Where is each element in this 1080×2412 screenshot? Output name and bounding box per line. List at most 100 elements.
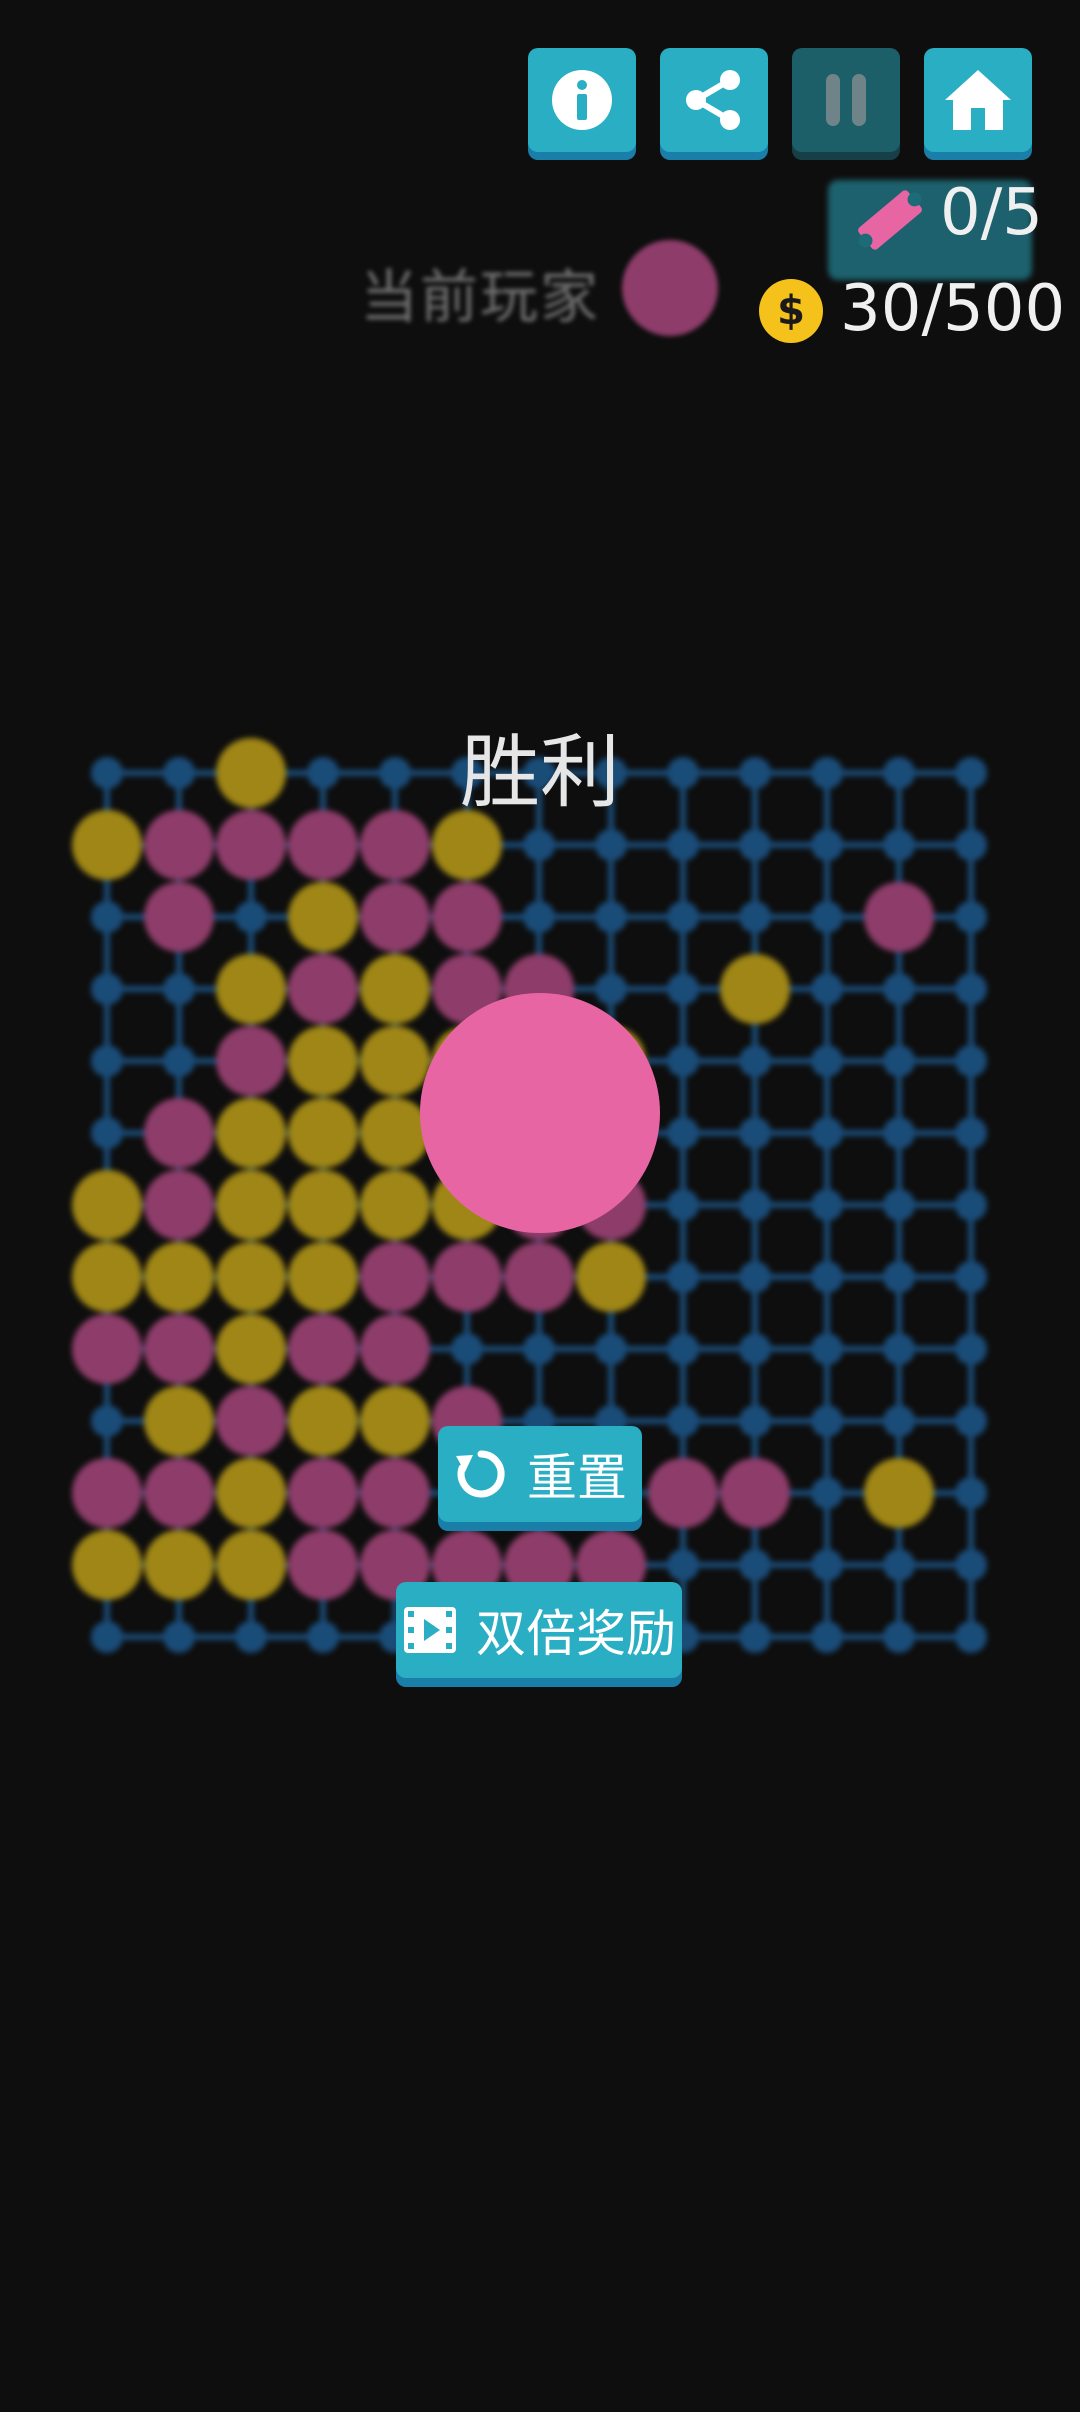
stone-pink [432, 882, 502, 952]
board-node [739, 829, 771, 861]
board-node [811, 829, 843, 861]
board-node [811, 1621, 843, 1653]
board-node [739, 901, 771, 933]
board-node [739, 1189, 771, 1221]
result-title: 胜利 [460, 726, 620, 819]
board-node [883, 829, 915, 861]
stone-yellow [288, 882, 358, 952]
board-node [667, 1189, 699, 1221]
stone-pink [216, 1026, 286, 1096]
board-node [955, 1621, 987, 1653]
board-node [163, 1045, 195, 1077]
stone-pink [72, 1458, 142, 1528]
board-node [523, 901, 555, 933]
board-node [883, 1045, 915, 1077]
board-node [955, 1405, 987, 1437]
stone-yellow [864, 1458, 934, 1528]
stone-yellow [360, 1386, 430, 1456]
board-node [811, 1333, 843, 1365]
stone-yellow [216, 1098, 286, 1168]
reset-icon [456, 1450, 505, 1498]
stone-yellow [216, 1458, 286, 1528]
stone-yellow [576, 1242, 646, 1312]
stone-yellow [216, 1530, 286, 1600]
board-node [91, 901, 123, 933]
board-node [811, 1261, 843, 1293]
board-node [667, 1549, 699, 1581]
board-node [883, 1621, 915, 1653]
board-node [739, 1621, 771, 1653]
double-reward-button[interactable]: 双倍奖励 [396, 1582, 682, 1678]
board-node [811, 1117, 843, 1149]
stone-yellow [144, 1242, 214, 1312]
board-node [595, 901, 627, 933]
stone-yellow [360, 1026, 430, 1096]
board-node [91, 973, 123, 1005]
board-node [883, 1117, 915, 1149]
board-node [523, 1333, 555, 1365]
board-node [883, 1333, 915, 1365]
board-node [955, 829, 987, 861]
board-node [883, 1189, 915, 1221]
stone-pink [360, 1458, 430, 1528]
stone-yellow [216, 1170, 286, 1240]
board-node [739, 1405, 771, 1437]
board-node [91, 1405, 123, 1437]
reset-label: 重置 [527, 1449, 627, 1507]
board-node [163, 1621, 195, 1653]
board-node [811, 1549, 843, 1581]
stone-pink [432, 1242, 502, 1312]
stone-yellow [720, 954, 790, 1024]
board-node [595, 1333, 627, 1365]
stone-yellow [288, 1170, 358, 1240]
board-node [955, 1549, 987, 1581]
board-node [955, 1045, 987, 1077]
stone-yellow [360, 954, 430, 1024]
board-node [811, 1189, 843, 1221]
board-node [667, 1405, 699, 1437]
board-node [811, 1405, 843, 1437]
board-node [163, 973, 195, 1005]
stone-pink [144, 1098, 214, 1168]
double-reward-label: 双倍奖励 [476, 1605, 676, 1663]
board-node [811, 973, 843, 1005]
stone-yellow [288, 1242, 358, 1312]
board-node [739, 1117, 771, 1149]
stone-pink [72, 1314, 142, 1384]
board-node [667, 829, 699, 861]
stone-pink [864, 882, 934, 952]
board-node [955, 1189, 987, 1221]
board-node [595, 829, 627, 861]
stone-pink [504, 1242, 574, 1312]
board-node [955, 1477, 987, 1509]
board-node [91, 1621, 123, 1653]
board-node [811, 1477, 843, 1509]
stone-pink [144, 1458, 214, 1528]
stone-pink [144, 1314, 214, 1384]
board-node [667, 973, 699, 1005]
board-node [811, 1045, 843, 1077]
video-icon [404, 1607, 456, 1653]
stone-yellow [72, 1242, 142, 1312]
board-node [739, 1261, 771, 1293]
reset-button[interactable]: 重置 [438, 1426, 642, 1522]
stone-yellow [144, 1530, 214, 1600]
board-node [811, 901, 843, 933]
board-node [667, 1261, 699, 1293]
board-node [91, 1045, 123, 1077]
stone-yellow [144, 1386, 214, 1456]
board-node [667, 1333, 699, 1365]
board-node [307, 1621, 339, 1653]
stone-pink [360, 882, 430, 952]
board-node [883, 973, 915, 1005]
stone-pink [288, 1530, 358, 1600]
board-node [739, 1045, 771, 1077]
board-node [235, 1621, 267, 1653]
stone-pink [288, 1458, 358, 1528]
stone-yellow [72, 1530, 142, 1600]
board-node [235, 901, 267, 933]
stone-yellow [288, 1386, 358, 1456]
stone-yellow [288, 1098, 358, 1168]
stone-yellow [216, 1242, 286, 1312]
board-node [595, 973, 627, 1005]
